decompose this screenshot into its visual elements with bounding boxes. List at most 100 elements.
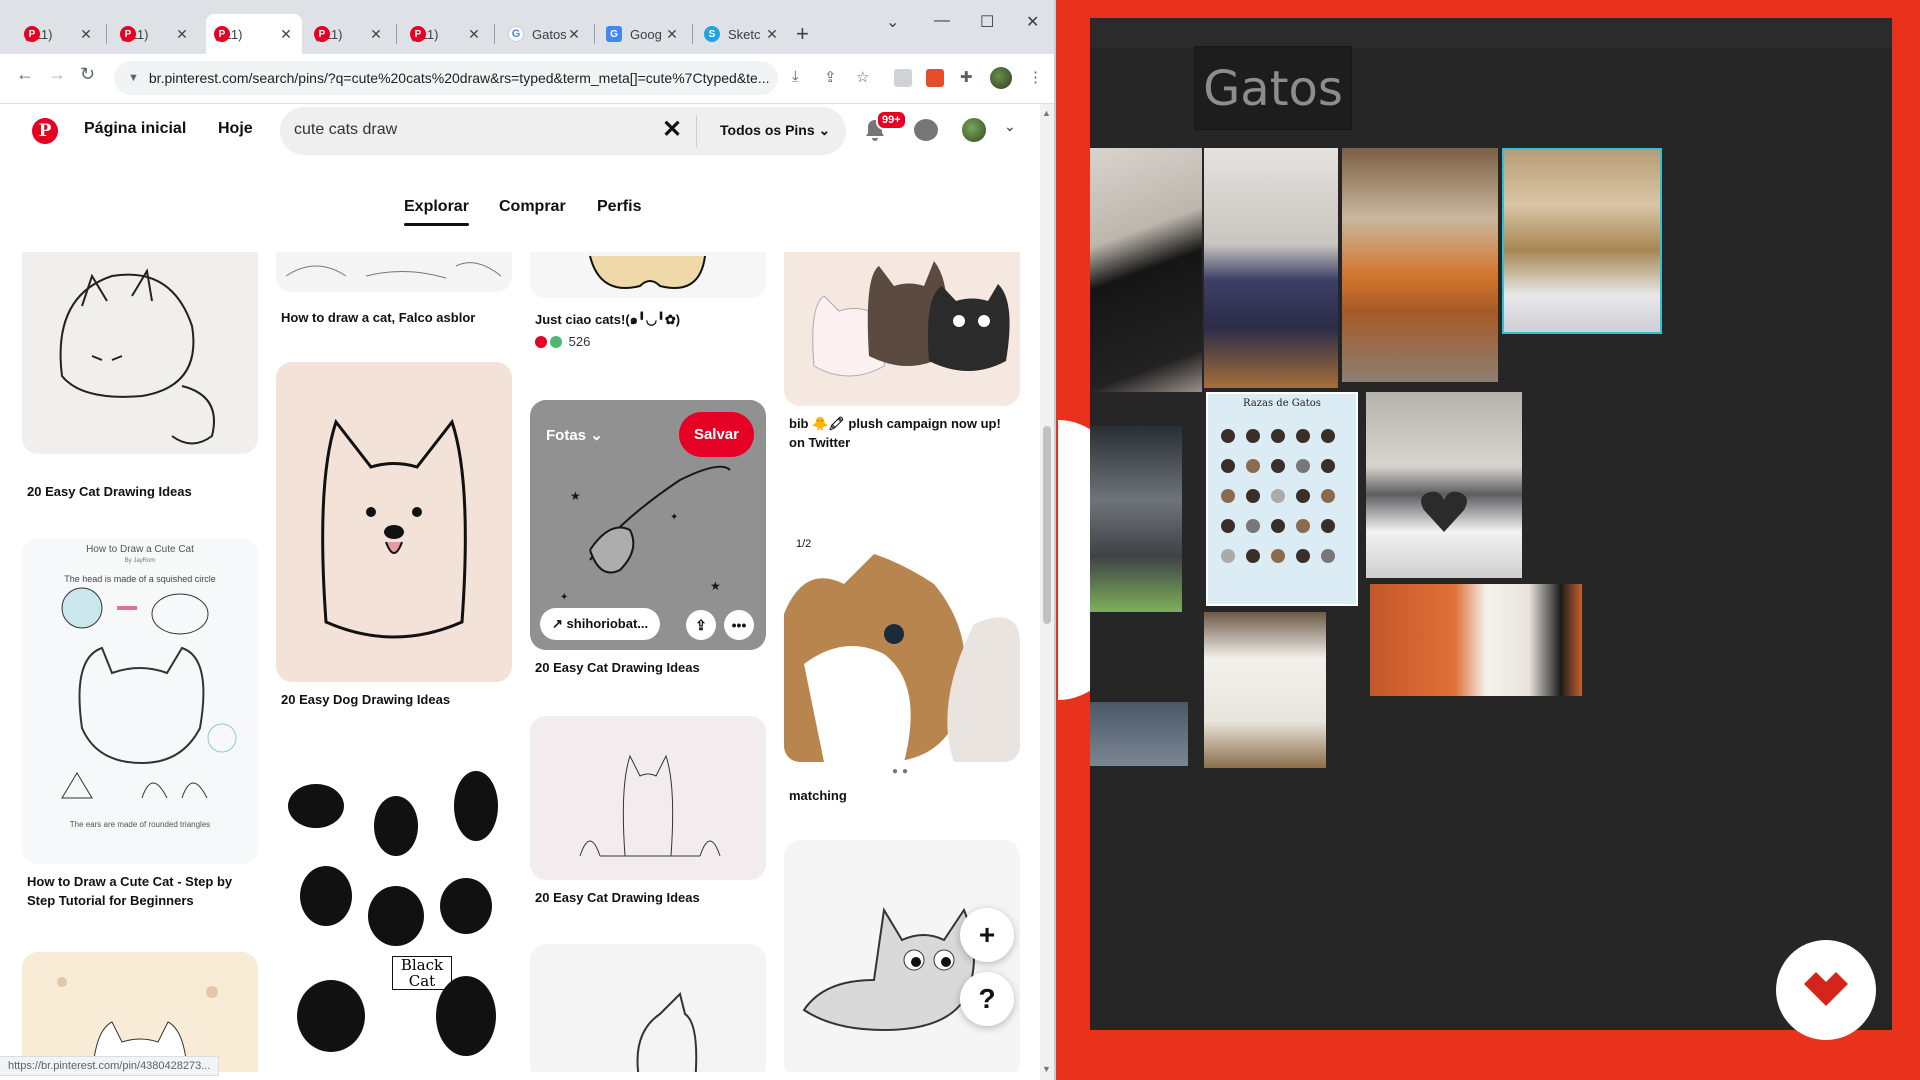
browser-tab[interactable]: G Gatos ✕ [500,14,590,54]
share-icon[interactable]: ⇪ [686,610,716,640]
scroll-up-icon[interactable]: ▲ [1042,108,1051,118]
dog-drawing-image [321,418,467,639]
browser-tab[interactable]: P (111) ✕ [402,14,490,54]
board-select-dropdown[interactable]: Fotas ⌄ [546,426,603,444]
costumed-cat-photo[interactable] [1204,148,1338,388]
cat-breeds-poster[interactable]: Razas de Gatos [1206,392,1358,606]
share-icon[interactable]: ⇪ [824,68,837,86]
pinterest-logo-icon[interactable]: P [32,118,58,144]
serval-cat-photo-selected[interactable] [1502,148,1662,334]
browser-tab[interactable]: P (111) ✕ [306,14,392,54]
pin-card[interactable]: Black Cat [276,746,512,1072]
black-cat-photo[interactable] [1090,148,1202,392]
pin-image[interactable] [530,716,766,880]
pin-image[interactable]: ★ ★ ✦ ✦ Fotas ⌄ Salvar ↗ shihoriobat... ⇪ … [530,400,766,650]
help-button[interactable]: ? [960,972,1014,1026]
source-link-chip[interactable]: ↗ shihoriobat... [540,608,661,640]
extension-icon[interactable] [894,69,912,87]
save-button[interactable]: Salvar [678,412,754,457]
white-kitten-photo[interactable] [1370,584,1582,696]
create-plus-button[interactable]: + [960,908,1014,962]
new-tab-button[interactable]: + [796,22,809,46]
pin-image[interactable]: 1/2 [784,524,1020,762]
scroll-down-icon[interactable]: ▼ [1042,1064,1051,1074]
clear-search-icon[interactable]: ✕ [662,115,682,144]
cat-face-image [57,977,218,1072]
pin-image[interactable] [276,362,512,682]
pin-card[interactable]: Just ciao cats!(๑╹◡╹✿) 526 [530,252,766,362]
pin-image[interactable] [22,952,258,1072]
menu-icon[interactable]: ⋮ [1028,68,1043,86]
close-icon[interactable]: ✕ [664,26,680,43]
heart-cat-photo[interactable] [1366,392,1522,578]
close-icon[interactable]: ✕ [566,26,582,43]
browser-tab[interactable]: S Sketc ✕ [696,14,788,54]
maximize-icon[interactable]: ☐ [980,12,994,32]
orange-cat-photo[interactable] [1342,148,1498,382]
tab-search-icon[interactable]: ⌄ [886,12,899,32]
close-icon[interactable]: ✕ [174,26,190,43]
pin-title: matching [789,788,847,803]
browser-tab[interactable]: P (111) ✕ [16,14,102,54]
pin-card[interactable] [22,952,258,1072]
reload-icon[interactable]: ↻ [80,64,95,85]
close-icon[interactable]: ✕ [764,26,780,43]
scrollbar-thumb[interactable] [1043,426,1051,624]
tab-profiles[interactable]: Perfis [597,198,641,216]
page-scrollbar[interactable]: ▲ ▼ [1040,104,1054,1080]
puzzle-icon[interactable]: ✚ [960,68,973,86]
profile-avatar[interactable] [990,67,1012,89]
extension-icon[interactable] [926,69,944,87]
address-bar[interactable]: ▼ br.pinterest.com/search/pins/?q=cute%2… [114,61,778,95]
pin-card[interactable]: bib 🐥🖍 plush campaign now up! on Twitter [784,252,1020,452]
pin-image[interactable] [22,252,258,454]
messages-icon[interactable] [914,119,938,141]
close-icon[interactable]: ✕ [278,26,294,43]
install-icon[interactable]: ⤓ [792,68,799,85]
close-icon[interactable]: ✕ [466,26,482,43]
mood-board-canvas[interactable]: Gatos Razas de Gatos [1090,18,1892,1030]
user-avatar[interactable] [962,118,986,142]
browser-tab-active[interactable]: P (111) ✕ [206,14,302,54]
carousel-dots[interactable]: ●● [892,766,912,777]
window-close-icon[interactable]: ✕ [1026,12,1039,32]
pin-card[interactable]: How to Draw a Cute Cat By JayRom The hea… [22,538,258,918]
gray-cat-small-photo[interactable] [1090,702,1188,766]
pin-card[interactable]: 1/2 ●● matching [784,524,1020,804]
pin-image[interactable]: How to Draw a Cute Cat By JayRom The hea… [22,538,258,864]
pin-card[interactable]: 20 Easy Cat Drawing Ideas [22,252,258,512]
tab-explore[interactable]: Explorar [404,198,469,226]
close-icon[interactable]: ✕ [368,26,384,43]
browser-tab[interactable]: P (111) ✕ [112,14,198,54]
pin-card[interactable]: How to draw a cat, Falco asblor [276,252,512,332]
nav-home[interactable]: Página inicial [84,120,186,138]
browser-tab[interactable]: G Goog ✕ [598,14,688,54]
pin-filter-dropdown[interactable]: Todos os Pins ⌄ [720,122,830,139]
search-input[interactable]: cute cats draw [294,121,397,139]
back-arrow-icon[interactable]: ← [16,64,34,85]
forward-arrow-icon[interactable]: → [48,64,66,85]
minimize-icon[interactable]: — [934,12,950,30]
pin-image[interactable] [530,252,766,298]
nav-today[interactable]: Hoje [218,120,253,138]
account-chevron-icon[interactable]: ⌄ [1004,118,1016,135]
filter-label: Todos os Pins [720,122,815,138]
pin-card-hovered[interactable]: ★ ★ ✦ ✦ Fotas ⌄ Salvar ↗ shihoriobat... ⇪ … [530,400,766,700]
site-info-icon[interactable]: ▼ [128,72,139,84]
white-cat-stretch-photo[interactable] [1204,612,1326,768]
pin-card[interactable]: 20 Easy Cat Drawing Ideas [530,716,766,916]
pin-image[interactable] [530,944,766,1072]
more-options-icon[interactable]: ••• [724,610,754,640]
pin-card[interactable]: 20 Easy Dog Drawing Ideas [276,362,512,712]
board-title[interactable]: Gatos [1194,46,1352,130]
bookmark-star-icon[interactable]: ☆ [856,68,869,86]
pin-image[interactable] [276,252,512,292]
gray-cat-photo[interactable] [1090,426,1182,612]
close-icon[interactable]: ✕ [78,26,94,43]
pin-image[interactable] [784,252,1020,406]
pin-image[interactable]: Black Cat [276,746,512,1072]
tab-shop[interactable]: Comprar [499,198,566,216]
search-bar[interactable]: cute cats draw ✕ Todos os Pins ⌄ [280,107,846,155]
poster-title: Razas de Gatos [1243,398,1321,409]
pin-card[interactable] [530,944,766,1072]
